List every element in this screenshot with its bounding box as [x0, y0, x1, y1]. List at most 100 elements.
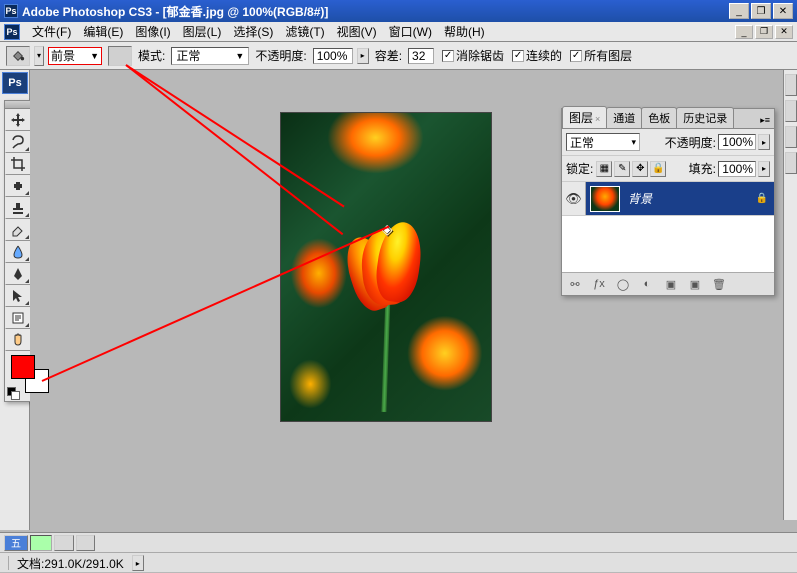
notes-tool[interactable] — [5, 307, 31, 329]
status-flyout[interactable]: ▸ — [132, 555, 144, 571]
palette-toggle-button[interactable] — [785, 100, 797, 122]
tab-layers[interactable]: 图层× — [562, 106, 607, 128]
tool-preset-dropdown[interactable]: ▾ — [34, 46, 44, 66]
hand-tool[interactable] — [5, 329, 31, 351]
delete-layer-button[interactable]: 🗑 — [710, 276, 728, 292]
window-title: Adobe Photoshop CS3 - [郁金香.jpg @ 100%(RG… — [22, 3, 729, 20]
lock-transparency-button[interactable]: ▦ — [596, 161, 612, 177]
doc-restore-button[interactable]: ❐ — [755, 25, 773, 39]
new-layer-button[interactable]: ▣ — [686, 276, 704, 292]
task-button[interactable]: 五 — [4, 535, 28, 551]
menu-edit[interactable]: 编辑(E) — [77, 21, 129, 42]
layer-style-button[interactable]: ƒx — [590, 276, 608, 292]
healing-tool[interactable] — [5, 175, 31, 197]
tab-history[interactable]: 历史记录 — [676, 107, 734, 128]
close-icon[interactable]: × — [595, 114, 600, 124]
tab-channels[interactable]: 通道 — [606, 107, 642, 128]
task-button-active[interactable] — [30, 535, 52, 551]
palette-toggle-button[interactable] — [785, 74, 797, 96]
chevron-down-icon: ▼ — [90, 51, 99, 61]
opacity-input[interactable]: 100% — [313, 48, 353, 64]
palette-toggle-button[interactable] — [785, 152, 797, 174]
task-button[interactable] — [54, 535, 74, 551]
stamp-tool[interactable] — [5, 197, 31, 219]
lock-position-button[interactable]: ✥ — [632, 161, 648, 177]
menu-bar: Ps 文件(F) 编辑(E) 图像(I) 图层(L) 选择(S) 滤镜(T) 视… — [0, 22, 797, 42]
visibility-toggle[interactable]: 👁 — [562, 182, 586, 215]
alllayers-label: 所有图层 — [584, 47, 632, 64]
blur-tool[interactable] — [5, 241, 31, 263]
opacity-flyout[interactable]: ▸ — [357, 48, 369, 64]
foreground-color-swatch[interactable] — [11, 355, 35, 379]
default-colors-icon[interactable] — [7, 387, 19, 399]
layer-fill-input[interactable]: 100% — [718, 161, 756, 177]
menu-help[interactable]: 帮助(H) — [438, 21, 491, 42]
layer-opacity-input[interactable]: 100% — [718, 134, 756, 150]
right-palette-strip — [783, 70, 797, 520]
menu-layer[interactable]: 图层(L) — [177, 21, 228, 42]
lock-all-button[interactable]: 🔒 — [650, 161, 666, 177]
menu-select[interactable]: 选择(S) — [227, 21, 279, 42]
close-button[interactable]: ✕ — [773, 3, 793, 19]
layer-opacity-label: 不透明度: — [665, 134, 716, 151]
ps-icon[interactable]: Ps — [4, 24, 20, 40]
contiguous-checkbox[interactable]: ✓ — [512, 50, 524, 62]
opacity-flyout[interactable]: ▸ — [758, 134, 770, 150]
panel-menu-icon[interactable]: ▸≡ — [756, 113, 774, 128]
tab-swatches[interactable]: 色板 — [641, 107, 677, 128]
lock-pixels-button[interactable]: ✎ — [614, 161, 630, 177]
eraser-tool[interactable] — [5, 219, 31, 241]
doc-minimize-button[interactable]: _ — [735, 25, 753, 39]
alllayers-checkbox-wrap[interactable]: ✓ 所有图层 — [570, 47, 632, 64]
fill-source-select[interactable]: 前景 ▼ — [48, 47, 102, 65]
antialias-label: 消除锯齿 — [456, 47, 504, 64]
palette-toggle-button[interactable] — [785, 126, 797, 148]
layer-row[interactable]: 👁 背景 🔒 — [562, 182, 774, 216]
doc-title: [郁金香.jpg @ 100%(RGB/8#)] — [163, 5, 329, 19]
doc-close-button[interactable]: ✕ — [775, 25, 793, 39]
contiguous-checkbox-wrap[interactable]: ✓ 连续的 — [512, 47, 562, 64]
tolerance-label: 容差: — [373, 47, 404, 64]
pen-tool[interactable] — [5, 263, 31, 285]
ps-badge[interactable]: Ps — [2, 72, 28, 94]
layer-blend-mode-select[interactable]: 正常 ▾ — [566, 133, 640, 151]
layer-mask-button[interactable]: ◯ — [614, 276, 632, 292]
fill-label: 填充: — [689, 160, 716, 177]
tulip-image: ◈ — [281, 113, 491, 421]
alllayers-checkbox[interactable]: ✓ — [570, 50, 582, 62]
crop-tool[interactable] — [5, 153, 31, 175]
chevron-down-icon: ▼ — [235, 51, 244, 61]
options-bar: ▾ 前景 ▼ 模式: 正常 ▼ 不透明度: 100% ▸ 容差: 32 ✓ 消除… — [0, 42, 797, 70]
lasso-tool[interactable] — [5, 131, 31, 153]
document-image[interactable]: ◈ — [280, 112, 492, 422]
title-bar: Ps Adobe Photoshop CS3 - [郁金香.jpg @ 100%… — [0, 0, 797, 22]
menu-view[interactable]: 视图(V) — [331, 21, 383, 42]
blend-mode-select[interactable]: 正常 ▼ — [171, 47, 249, 65]
menu-image[interactable]: 图像(I) — [129, 21, 176, 42]
group-button[interactable]: ▣ — [662, 276, 680, 292]
menu-file[interactable]: 文件(F) — [26, 21, 77, 42]
restore-button[interactable]: ❐ — [751, 3, 771, 19]
task-button[interactable] — [76, 535, 96, 551]
lock-icon: 🔒 — [756, 193, 768, 204]
fill-flyout[interactable]: ▸ — [758, 161, 770, 177]
lock-label: 锁定: — [566, 160, 593, 177]
minimize-button[interactable]: _ — [729, 3, 749, 19]
layer-thumbnail[interactable] — [590, 186, 620, 212]
link-layers-button[interactable]: ⚯ — [566, 276, 584, 292]
antialias-checkbox[interactable]: ✓ — [442, 50, 454, 62]
antialias-checkbox-wrap[interactable]: ✓ 消除锯齿 — [442, 47, 504, 64]
menu-filter[interactable]: 滤镜(T) — [279, 21, 330, 42]
pattern-swatch[interactable] — [108, 46, 132, 66]
layer-list: 👁 背景 🔒 — [562, 182, 774, 272]
tolerance-input[interactable]: 32 — [408, 48, 434, 64]
menu-window[interactable]: 窗口(W) — [383, 21, 438, 42]
contiguous-label: 连续的 — [526, 47, 562, 64]
path-select-tool[interactable] — [5, 285, 31, 307]
move-tool[interactable] — [5, 109, 31, 131]
status-bar: 五 文档:291.0K/291.0K ▸ — [0, 532, 797, 572]
app-name: Adobe Photoshop CS3 — [22, 5, 152, 19]
tool-preset-picker[interactable] — [6, 46, 30, 66]
adjustment-layer-button[interactable]: ◐ — [638, 276, 656, 292]
layer-name[interactable]: 背景 — [624, 190, 756, 207]
